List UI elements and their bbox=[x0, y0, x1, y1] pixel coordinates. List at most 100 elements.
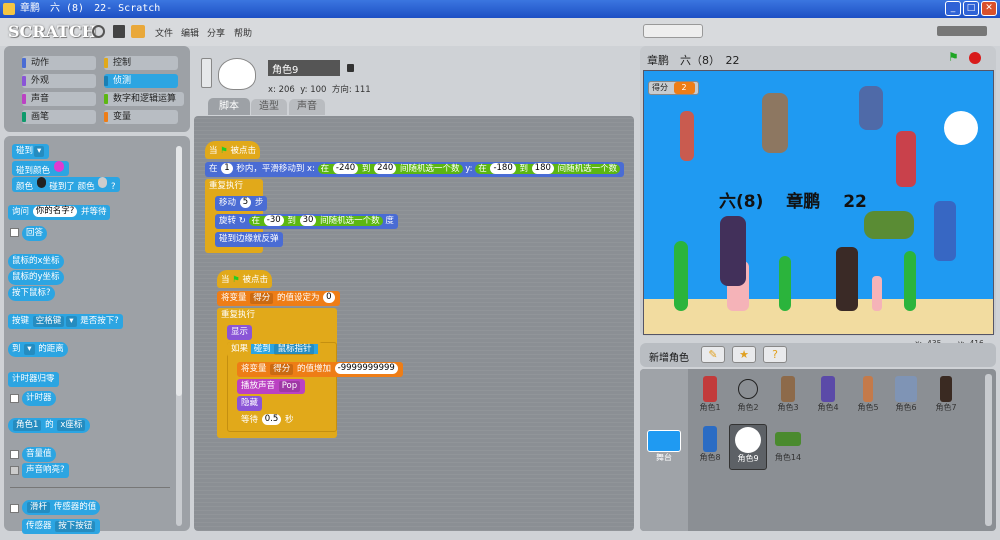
globe-icon[interactable] bbox=[92, 25, 105, 38]
category-sound[interactable]: 声音 bbox=[22, 92, 96, 106]
menu-edit[interactable]: 编辑 bbox=[181, 26, 199, 39]
slider-checkbox[interactable] bbox=[10, 504, 19, 513]
stage-thumbnail[interactable]: 舞台 bbox=[645, 430, 683, 463]
maximize-button[interactable]: □ bbox=[963, 1, 979, 16]
block-distance[interactable]: 到 ▾ 的距离 bbox=[8, 342, 68, 357]
seaweed-2 bbox=[779, 256, 791, 311]
block-sensor-pressed[interactable]: 传感器 按下按钮 bbox=[22, 519, 101, 534]
menu-share[interactable]: 分享 bbox=[207, 26, 225, 39]
close-button[interactable]: ✕ bbox=[981, 1, 997, 16]
block-touching-color[interactable]: 碰到颜色 bbox=[12, 161, 69, 176]
tab-scripts[interactable]: 脚本 bbox=[208, 98, 250, 115]
block-set-variable[interactable]: 将变量 得分 的值设定为 0 bbox=[217, 291, 340, 306]
block-ask[interactable]: 询问 你的名字? 并等待 bbox=[8, 205, 111, 220]
block-play-sound[interactable]: 播放声音 Pop bbox=[237, 379, 306, 394]
stage-person-6 bbox=[720, 216, 746, 286]
block-glide[interactable]: 在 1 秒内，平滑移动到 x: 在 -240 到 240 间随机选一个数 y: … bbox=[205, 162, 625, 177]
sprite-14-image bbox=[775, 432, 801, 446]
save-icon[interactable] bbox=[113, 25, 125, 38]
block-turn[interactable]: 旋转 ↻ 在 -30 到 30 间随机选一个数 度 bbox=[215, 214, 398, 229]
block-show[interactable]: 显示 bbox=[227, 325, 253, 340]
sprite-thumb-4[interactable]: 角色4 bbox=[812, 376, 844, 413]
import-sprite-button[interactable]: ★ bbox=[732, 346, 756, 363]
sprite-thumb-9-selected[interactable]: 角色9 bbox=[729, 424, 767, 470]
block-touching[interactable]: 碰到 ▾ bbox=[12, 144, 50, 159]
tab-costumes[interactable]: 造型 bbox=[251, 99, 287, 115]
block-of[interactable]: 角色1 的 x座标 bbox=[8, 418, 91, 433]
block-forever-1[interactable]: 重复执行 bbox=[205, 179, 248, 194]
sprite-ghost-icon bbox=[218, 58, 256, 90]
sprite-thumb-6[interactable]: 角色6 bbox=[890, 376, 922, 413]
block-timer[interactable]: 计时器 bbox=[22, 391, 56, 406]
block-bounce[interactable]: 碰到边缘就反弹 bbox=[215, 232, 283, 247]
ghost-icon bbox=[735, 427, 761, 453]
block-answer[interactable]: 回答 bbox=[22, 226, 48, 241]
block-change-variable[interactable]: 将变量 得分 的值增加 -9999999999 bbox=[237, 362, 403, 377]
sprite-3-image bbox=[781, 376, 795, 402]
stage-canvas[interactable]: 得分 2 六(8) 章鹏 22 bbox=[643, 70, 994, 335]
stage-tools[interactable] bbox=[643, 24, 703, 38]
app-icon bbox=[3, 3, 15, 15]
block-if[interactable]: 如果 碰到 鼠标指针 bbox=[227, 342, 323, 357]
sprite-list-scrollbar[interactable] bbox=[985, 374, 992, 526]
scratch-logo: SCRATCH bbox=[8, 22, 97, 41]
layout-buttons[interactable] bbox=[937, 26, 987, 36]
block-when-flag-1[interactable]: 当 ⚑ 被点击 bbox=[205, 141, 261, 159]
seaweed-1 bbox=[674, 241, 688, 311]
sprite-thumb-5[interactable]: 角色5 bbox=[852, 376, 884, 413]
minimize-button[interactable]: _ bbox=[945, 1, 961, 16]
loudness-checkbox[interactable] bbox=[10, 450, 19, 459]
green-flag-button[interactable]: ⚑ bbox=[948, 51, 962, 63]
block-mouse-x[interactable]: 鼠标的x坐标 bbox=[8, 254, 64, 269]
stage-person-7 bbox=[836, 247, 858, 311]
stop-button[interactable] bbox=[969, 52, 981, 64]
stage-thumb-label: 舞台 bbox=[656, 453, 672, 462]
block-loud[interactable]: 声音响亮? bbox=[22, 463, 69, 478]
category-control[interactable]: 控制 bbox=[104, 56, 178, 70]
sprite-thumb-7[interactable]: 角色7 bbox=[930, 376, 962, 413]
lock-icon[interactable] bbox=[347, 64, 354, 72]
random-sprite-button[interactable]: ? bbox=[763, 346, 787, 363]
category-operators[interactable]: 数字和逻辑运算 bbox=[104, 92, 184, 106]
stage-person-3 bbox=[859, 86, 883, 130]
score-label: 得分 bbox=[652, 83, 668, 92]
menu-help[interactable]: 帮助 bbox=[234, 26, 252, 39]
tab-sounds[interactable]: 声音 bbox=[289, 99, 325, 115]
block-mouse-down[interactable]: 按下鼠标? bbox=[8, 286, 55, 301]
seabed bbox=[644, 299, 993, 334]
block-color-touching[interactable]: 颜色 碰到了 颜色 ? bbox=[12, 177, 120, 192]
timer-checkbox[interactable] bbox=[10, 394, 19, 403]
block-loudness[interactable]: 音量值 bbox=[22, 447, 56, 462]
category-motion[interactable]: 动作 bbox=[22, 56, 96, 70]
rotation-style-buttons[interactable] bbox=[201, 58, 212, 88]
block-mouse-y[interactable]: 鼠标的y坐标 bbox=[8, 270, 64, 285]
category-sensing[interactable]: 侦测 bbox=[104, 74, 178, 88]
stage-person-2 bbox=[762, 93, 788, 153]
category-variables[interactable]: 变量 bbox=[104, 110, 178, 124]
sprite-thumb-3[interactable]: 角色3 bbox=[772, 376, 804, 413]
sprite-name-field[interactable]: 角色9 bbox=[268, 60, 340, 76]
block-forever-2[interactable]: 重复执行 bbox=[217, 308, 260, 323]
paint-sprite-button[interactable]: ✎ bbox=[701, 346, 725, 363]
green-flag-icon: ⚑ bbox=[220, 146, 228, 156]
title-bar: 章鹏 六 (8) 22- Scratch bbox=[0, 0, 1000, 18]
block-key-pressed[interactable]: 按键 空格键 ▾ 是否按下? bbox=[8, 314, 123, 329]
block-wait[interactable]: 等待 0.5 秒 bbox=[237, 413, 298, 428]
block-hide[interactable]: 隐藏 bbox=[237, 396, 263, 411]
answer-checkbox[interactable] bbox=[10, 228, 19, 237]
sprite-thumb-8[interactable]: 角色8 bbox=[694, 426, 726, 463]
block-when-flag-2[interactable]: 当 ⚑ 被点击 bbox=[217, 270, 273, 288]
sprite-thumb-14[interactable]: 角色14 bbox=[772, 426, 804, 463]
block-sensor-value[interactable]: 滑杆 传感器的值 bbox=[22, 500, 101, 515]
sprite-thumb-2[interactable]: 角色2 bbox=[732, 376, 764, 413]
category-looks[interactable]: 外观 bbox=[22, 74, 96, 88]
block-move[interactable]: 移动 5 步 bbox=[215, 196, 268, 211]
share-icon[interactable] bbox=[131, 25, 145, 38]
category-pen[interactable]: 画笔 bbox=[22, 110, 96, 124]
sprite-5-image bbox=[863, 376, 873, 402]
menu-file[interactable]: 文件 bbox=[155, 26, 173, 39]
sprite-thumb-1[interactable]: 角色1 bbox=[694, 376, 726, 413]
block-reset-timer[interactable]: 计时器归零 bbox=[8, 372, 59, 387]
crosshair-icon bbox=[738, 379, 758, 399]
palette-scrollbar-thumb[interactable] bbox=[176, 146, 182, 396]
